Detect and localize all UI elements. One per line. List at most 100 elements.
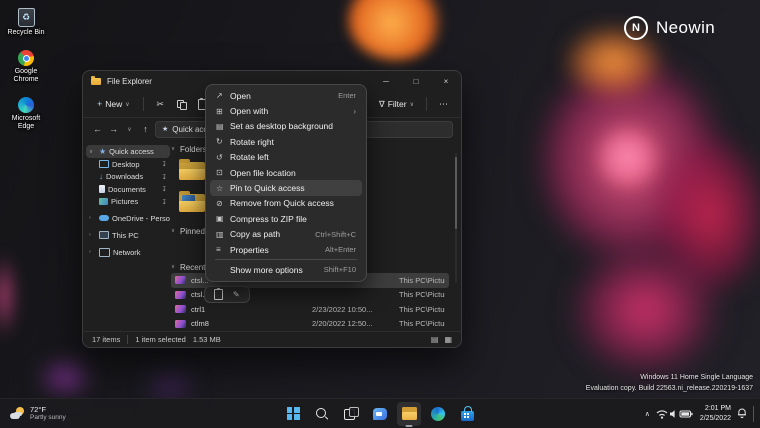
- menu-item-remove-from-quick-access[interactable]: ⊘ Remove from Quick access: [210, 196, 362, 211]
- menu-item-rotate-left[interactable]: ↺ Rotate left: [210, 150, 362, 165]
- sidebar-item-label: Downloads: [106, 172, 143, 181]
- wallpaper-blob: [550, 225, 740, 395]
- evaluation-watermark: Windows 11 Home Single Language Evaluati…: [586, 373, 753, 395]
- sidebar-item-desktop[interactable]: Desktop ↧: [86, 158, 170, 171]
- navigation-pane: ∨ ★ Quick access Desktop ↧ ↓ Downloads ↧…: [86, 145, 170, 259]
- see-more-button[interactable]: ⋯: [434, 95, 453, 113]
- watermark-line2: Evaluation copy. Build 22563.ni_release.…: [586, 384, 753, 395]
- sidebar-item-this-pc[interactable]: › This PC: [86, 228, 170, 242]
- menu-item-properties[interactable]: ≡ Properties Alt+Enter: [210, 242, 362, 257]
- back-button[interactable]: ←: [91, 124, 104, 134]
- chrome-icon: [18, 50, 34, 66]
- menu-item-compress-to-zip[interactable]: ▣ Compress to ZIP file: [210, 211, 362, 226]
- clipboard-icon[interactable]: [214, 289, 223, 300]
- new-button-label: New: [105, 99, 122, 109]
- task-view-icon: [344, 407, 358, 421]
- clock-time: 2:01 PM: [705, 404, 731, 413]
- file-explorer-taskbar-button[interactable]: [397, 402, 421, 426]
- file-date: 2/23/2022 10:50...: [312, 305, 394, 314]
- menu-item-set-as-desktop-background[interactable]: ▤ Set as desktop background: [210, 119, 362, 134]
- thumbnails-view-icon[interactable]: ▦: [444, 335, 452, 344]
- menu-item-pin-to-quick-access[interactable]: ☆ Pin to Quick access: [210, 180, 362, 195]
- menu-item-copy-as-path[interactable]: ▥ Copy as path Ctrl+Shift+C: [210, 227, 362, 242]
- menu-item-open-with[interactable]: ⊞ Open with ›: [210, 103, 362, 118]
- weather-temperature: 72°F: [30, 405, 66, 414]
- up-button[interactable]: ↑: [139, 124, 152, 134]
- quick-access-icon: ★: [99, 148, 106, 156]
- menu-item-rotate-right[interactable]: ↻ Rotate right: [210, 134, 362, 149]
- cut-button[interactable]: ✂: [151, 95, 170, 113]
- chevron-down-icon: ∨: [171, 146, 175, 152]
- edge-taskbar-button[interactable]: [426, 402, 450, 426]
- sidebar-item-network[interactable]: › Network: [86, 245, 170, 259]
- recycle-bin-icon: ♻: [18, 8, 35, 27]
- wallpaper-blob: [585, 115, 670, 200]
- menu-item-label: Show more options: [230, 265, 314, 275]
- sidebar-item-label: This PC: [112, 231, 139, 240]
- desktop-icon-microsoft-edge[interactable]: Microsoft Edge: [2, 97, 50, 131]
- store-taskbar-button[interactable]: [455, 402, 479, 426]
- desktop-folder-icon: [99, 160, 109, 168]
- file-thumbnail: [175, 276, 186, 284]
- chevron-right-icon: ›: [89, 232, 96, 238]
- details-view-icon[interactable]: ▤: [431, 335, 439, 344]
- desktop-icon-label: Google Chrome: [3, 68, 49, 84]
- sidebar-item-downloads[interactable]: ↓ Downloads ↧: [86, 171, 170, 184]
- menu-item-show-more-options[interactable]: Show more options Shift+F10: [210, 262, 362, 277]
- sidebar-item-pictures[interactable]: Pictures ↧: [86, 196, 170, 209]
- scrollbar-thumb[interactable]: [455, 157, 457, 229]
- weather-widget[interactable]: 72°F Partly sunny: [6, 399, 70, 428]
- table-row[interactable]: ctlm8 2/20/2022 12:50... This PC\Picture…: [171, 317, 449, 330]
- forward-button[interactable]: →: [107, 124, 120, 134]
- watermark-line1: Windows 11 Home Single Language: [586, 373, 753, 384]
- plus-icon: +: [97, 99, 102, 109]
- desktop-icon-google-chrome[interactable]: Google Chrome: [2, 50, 50, 84]
- search-input[interactable]: [363, 121, 453, 138]
- sidebar-item-onedrive[interactable]: › OneDrive - Personal: [86, 211, 170, 225]
- pin-icon: ↧: [162, 185, 167, 193]
- show-desktop-button[interactable]: [753, 406, 757, 422]
- menu-item-label: Open: [230, 91, 328, 101]
- pin-star-icon: ☆: [216, 184, 230, 193]
- quick-access-star-icon: ★: [162, 125, 168, 133]
- close-button[interactable]: ×: [431, 71, 461, 91]
- recent-locations-button[interactable]: ∨: [123, 126, 136, 133]
- desktop: N Neowin ♻ Recycle Bin Google Chrome Mic…: [0, 0, 760, 428]
- sidebar-item-quick-access[interactable]: ∨ ★ Quick access: [86, 145, 170, 158]
- sidebar-item-label: Network: [113, 248, 141, 257]
- tray-overflow-chevron-icon[interactable]: ∧: [645, 410, 650, 418]
- start-button[interactable]: [281, 402, 305, 426]
- pictures-folder-icon: [99, 198, 108, 205]
- copy-button[interactable]: [172, 95, 191, 113]
- edit-icon[interactable]: ✎: [233, 291, 240, 299]
- menu-item-label: Rotate left: [230, 152, 356, 162]
- clock[interactable]: 2:01 PM 2/25/2022: [700, 404, 731, 422]
- desktop-icon-recycle-bin[interactable]: ♻ Recycle Bin: [2, 8, 50, 37]
- new-button[interactable]: + New ∨: [91, 96, 136, 112]
- section-label: Folders: [180, 145, 207, 154]
- menu-item-open-file-location[interactable]: ⊡ Open file location: [210, 165, 362, 180]
- scissors-icon: ✂: [156, 99, 164, 110]
- chevron-down-icon: ∨: [171, 228, 175, 234]
- desktop-icon-list: ♻ Recycle Bin Google Chrome Microsoft Ed…: [2, 8, 50, 131]
- toolbar-divider: [143, 97, 144, 111]
- notification-bell-icon[interactable]: [737, 408, 747, 419]
- wallpaper-icon: ▤: [216, 122, 230, 131]
- filter-button[interactable]: ∇ Filter ∨: [374, 96, 419, 113]
- table-row[interactable]: ctrl1 2/23/2022 10:50... This PC\Picture…: [171, 302, 449, 317]
- search-button[interactable]: [310, 402, 334, 426]
- sidebar-item-documents[interactable]: Documents ↧: [86, 183, 170, 196]
- taskbar-center-icons: [281, 399, 479, 428]
- desktop-icon-label: Recycle Bin: [3, 29, 49, 37]
- rotate-right-icon: ↻: [216, 137, 230, 146]
- maximize-button[interactable]: □: [401, 71, 431, 91]
- minimize-button[interactable]: ─: [371, 71, 401, 91]
- chat-button[interactable]: [368, 402, 392, 426]
- menu-item-open[interactable]: ↗ Open Enter: [210, 88, 362, 103]
- edge-icon: [431, 407, 445, 421]
- network-volume-battery-icons[interactable]: [656, 408, 694, 420]
- weather-icon: [10, 406, 25, 421]
- menu-separator: [215, 259, 357, 260]
- task-view-button[interactable]: [339, 402, 363, 426]
- vertical-scrollbar[interactable]: [455, 153, 457, 283]
